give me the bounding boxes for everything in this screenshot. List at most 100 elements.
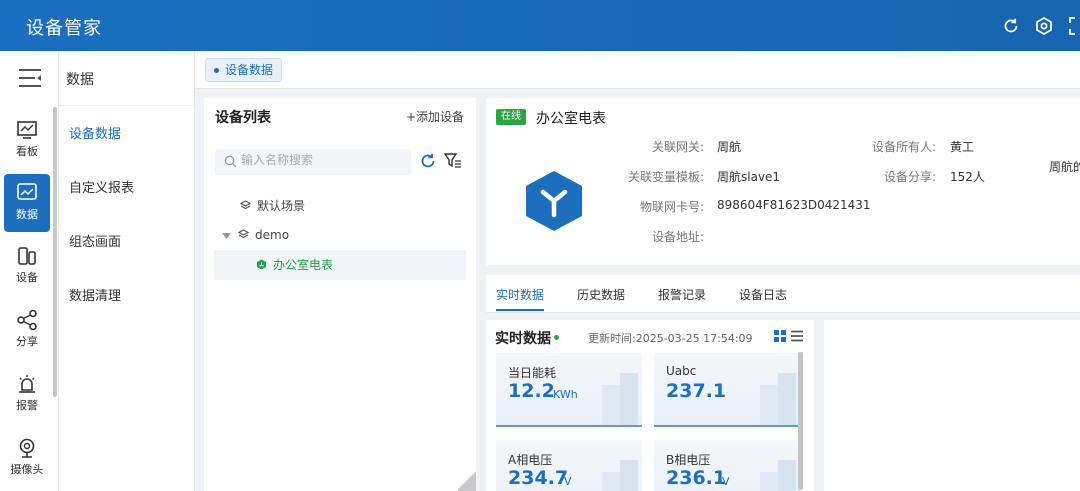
gateway-value: 周航 [717,140,742,154]
camera-icon [16,437,38,459]
sub-navigation: 数据 设备数据 自定义报表 组态画面 数据清理 [59,51,195,491]
layers-icon [239,192,252,222]
subnav-item-custom-report[interactable]: 自定义报表 [69,177,134,196]
sparkbar [620,460,638,491]
share-label: 设备分享: [883,170,936,184]
update-time-value: 2025-03-25 17:54:09 [635,332,753,345]
sparkbar [760,472,780,491]
device-list-panel: 设备列表 +添加设备 默认场景 demo 办公室电表 [204,98,476,491]
settings-icon[interactable] [1034,16,1054,36]
list-view-icon[interactable] [791,330,803,346]
refresh-icon[interactable] [1001,16,1021,36]
search-icon [224,155,237,172]
tab-history-data[interactable]: 历史数据 [577,286,625,303]
chart-area-panel [824,320,1080,491]
tree-node-default-scene[interactable]: 默认场景 [239,191,306,222]
sparkbar [620,373,638,425]
panel-resize-handle[interactable] [458,470,476,491]
rail-item-share[interactable]: 分享 [4,301,50,359]
rail-item-data[interactable]: 数据 [4,174,50,232]
active-tab-underline [496,309,544,311]
chart-icon [16,182,38,204]
page-tag-label: 设备数据 [225,63,274,77]
rail-label-camera: 摄像头 [10,463,44,476]
refresh-list-icon[interactable] [419,152,437,174]
tree-node-office-meter[interactable]: 办公室电表 [214,250,466,280]
device-info-card: 在线 办公室电表 关联网关: 周航 关联变量模板: 周航slave1 物联网卡号… [486,98,1080,265]
alarm-icon [16,373,38,395]
subnav-item-device-data[interactable]: 设备数据 [69,123,121,142]
subnav-title: 数据 [66,72,94,88]
metric-card-uabc[interactable]: Uabc 237.1 [654,353,800,427]
address-label: 设备地址: [651,230,704,244]
page-tab-strip: 设备数据 [195,51,1080,89]
sim-label: 物联网卡号: [639,200,704,214]
device-search-box [215,149,411,175]
menu-toggle-icon[interactable] [17,67,43,89]
data-tab-bar: 实时数据 历史数据 报警记录 设备日志 [486,275,1080,313]
tree-label-default-scene: 默认场景 [257,199,306,213]
metric-card-daily-energy[interactable]: 当日能耗 12.2 KWh [496,353,642,427]
owner-label: 设备所有人: [871,140,936,154]
rail-label-share: 分享 [16,335,38,348]
update-time-label: 更新时间: [588,332,636,345]
add-device-button[interactable]: +添加设备 [406,108,464,125]
share-icon [16,309,38,331]
device-node-icon [256,251,267,281]
rail-item-alarm[interactable]: 报警 [4,365,50,423]
sparkbar [602,385,622,425]
device-search-input[interactable] [241,153,401,167]
icon-rail: 看板 数据 设备 分享 报警 摄像头 [0,51,59,491]
tag-dot [214,68,219,73]
metric-value: 12.2 [508,380,555,402]
sim-value: 898604F81623D0421431 [717,198,871,212]
realtime-title: 实时数据 [495,331,551,347]
app-title: 设备管家 [26,18,102,39]
tree-label-demo: demo [255,228,290,242]
sparkbar [778,373,796,425]
metric-label: 当日能耗 [508,366,557,380]
realtime-scrollbar[interactable] [798,352,803,490]
rail-scrollbar[interactable] [53,107,57,397]
dashboard-icon [16,119,38,141]
metric-value: 236.1 [666,467,727,489]
realtime-data-panel: 实时数据 更新时间:2025-03-25 17:54:09 当日能耗 12.2 … [486,320,814,491]
top-header: 设备管家 [0,0,1080,51]
metric-card-b-phase-voltage[interactable]: B相电压 236.1 V [654,440,800,491]
rail-label-data: 数据 [16,208,38,221]
page-tag-device-data[interactable]: 设备数据 [205,58,283,82]
live-indicator-dot [554,335,559,340]
gateway-label: 关联网关: [651,140,704,154]
metric-value: 234.7 [508,467,569,489]
metric-unit: V [722,475,730,488]
rail-item-camera[interactable]: 摄像头 [4,429,50,487]
grid-view-icon[interactable] [774,330,786,346]
tree-node-demo[interactable]: demo [222,220,289,250]
metric-card-a-phase-voltage[interactable]: A相电压 234.7 V [496,440,642,491]
filter-icon[interactable] [443,153,462,173]
tab-alarm-records[interactable]: 报警记录 [658,286,706,303]
update-time: 更新时间:2025-03-25 17:54:09 [588,330,753,346]
expand-caret-icon[interactable] [222,221,231,251]
subnav-item-data-cleanup[interactable]: 数据清理 [69,285,121,304]
rail-item-dashboard[interactable]: 看板 [4,111,50,169]
subnav-item-scada[interactable]: 组态画面 [69,231,121,250]
sparkbar [760,385,780,425]
owner-value: 黄工 [950,140,975,154]
rail-label-alarm: 报警 [16,399,38,412]
metric-value: 237.1 [666,380,727,402]
tree-label-office-meter: 办公室电表 [273,258,334,272]
metric-label: Uabc [666,364,697,378]
device-name: 办公室电表 [536,111,606,127]
rail-label-device: 设备 [16,271,38,284]
rail-item-device[interactable]: 设备 [4,237,50,295]
fullscreen-icon[interactable] [1068,16,1080,36]
tab-device-log[interactable]: 设备日志 [739,286,787,303]
device-icon [16,245,38,267]
template-value: 周航slave1 [717,170,781,184]
tab-realtime-data[interactable]: 实时数据 [496,286,544,303]
device-list-title: 设备列表 [215,110,271,126]
metric-unit: KWh [553,388,578,401]
template-label: 关联变量模板: [627,170,704,184]
share-value: 152人 [950,170,985,184]
